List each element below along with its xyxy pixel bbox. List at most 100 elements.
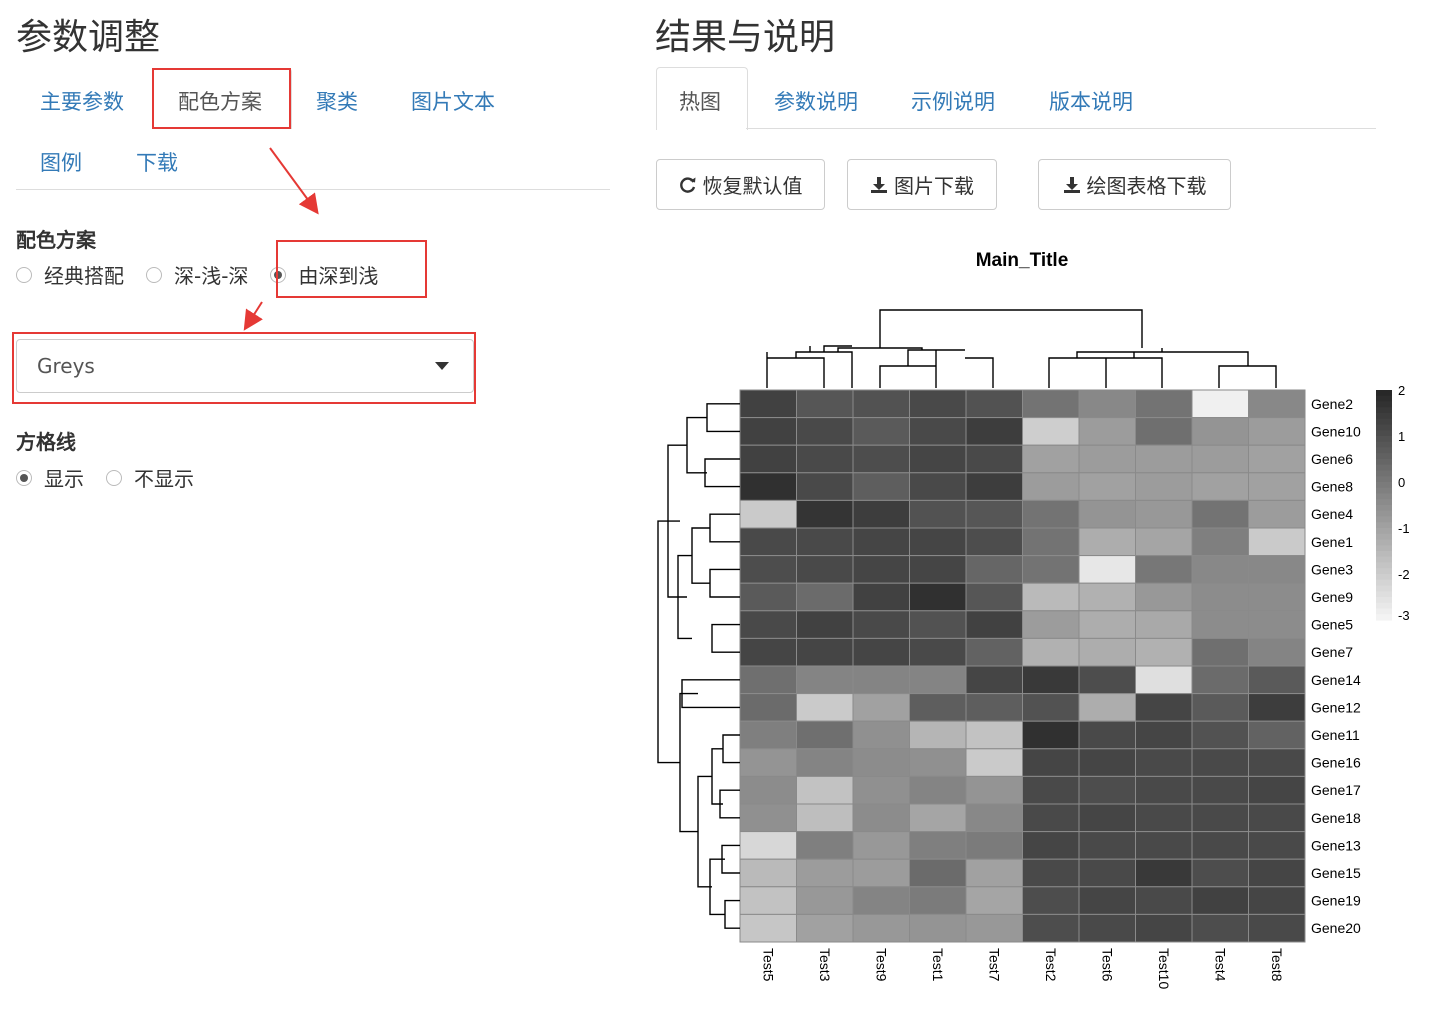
heatmap-cell <box>852 693 910 722</box>
heatmap-cell <box>852 913 910 943</box>
heatmap-cell <box>1135 665 1193 695</box>
heatmap-cell <box>852 748 910 777</box>
row-dendrogram-branch <box>686 416 707 474</box>
radio-hide-grid[interactable]: 不显示 <box>106 463 194 492</box>
column-label: Test2 <box>1043 948 1059 982</box>
heatmap-cell <box>1191 555 1249 584</box>
heatmap-cell <box>909 389 967 419</box>
heatmap-cell <box>739 527 797 557</box>
legend-gradient-step <box>1376 436 1392 443</box>
legend-gradient-step <box>1376 459 1392 466</box>
radio-show-grid-label: 显示 <box>44 467 84 491</box>
heatmap-cell <box>1248 472 1306 501</box>
heatmap-cell <box>739 886 797 915</box>
heatmap-cell <box>1248 831 1306 860</box>
heatmap-cell <box>1191 886 1249 915</box>
heatmap-cell <box>1135 582 1193 612</box>
row-label: Gene8 <box>1311 479 1353 495</box>
heatmap-cell <box>852 720 910 750</box>
legend-gradient-step <box>1376 424 1392 431</box>
heatmap-cell <box>796 775 854 805</box>
heatmap-cell <box>1135 775 1193 805</box>
heatmap-cell <box>1191 499 1249 529</box>
heatmap-cell <box>965 555 1023 584</box>
heatmap-cell <box>739 693 797 722</box>
heatmap-cell <box>909 417 967 446</box>
heatmap-cell <box>1135 472 1193 501</box>
row-dendrogram-branch <box>709 858 725 916</box>
row-dendrogram-branch <box>709 513 740 543</box>
heatmap-cell <box>852 775 910 805</box>
heatmap-cell <box>1022 444 1080 474</box>
heatmap-cell <box>1078 858 1136 888</box>
heatmap-cell <box>852 389 910 419</box>
heatmap-cell <box>1135 720 1193 750</box>
heatmap-cell <box>1135 527 1193 557</box>
heatmap-cell <box>1191 610 1249 639</box>
heatmap-cell <box>909 693 967 722</box>
heatmap-cell <box>1135 748 1193 777</box>
legend-gradient-step <box>1376 568 1392 575</box>
heatmap-cell <box>1135 693 1193 722</box>
legend-gradient-step <box>1376 551 1392 558</box>
red-arrow-annotation <box>243 147 319 331</box>
heatmap-cell <box>965 775 1023 805</box>
heatmap-cell <box>1022 858 1080 888</box>
heatmap-cell <box>1078 886 1136 915</box>
heatmap-cell <box>796 693 854 722</box>
heatmap-cell <box>1078 389 1136 419</box>
tab-version-desc[interactable]: 版本说明 <box>1049 86 1133 116</box>
heatmap-cell <box>852 831 910 860</box>
heatmap-cell <box>965 720 1023 750</box>
legend-tick-label: 0 <box>1398 475 1405 490</box>
tab-example-desc[interactable]: 示例说明 <box>911 86 995 116</box>
heatmap-cell <box>739 389 797 419</box>
right-panel-title: 结果与说明 <box>655 17 836 58</box>
column-label: Test3 <box>817 948 833 982</box>
heatmap-cell <box>1078 665 1136 695</box>
heatmap-cell <box>1078 775 1136 805</box>
heatmap-cell <box>965 582 1023 612</box>
row-dendrogram-branch <box>711 748 723 805</box>
heatmap-cell <box>739 748 797 777</box>
legend-gradient-step <box>1376 499 1392 506</box>
heatmap-cell <box>1248 720 1306 750</box>
heatmap-cell <box>1191 748 1249 777</box>
heatmap-cell <box>796 803 854 833</box>
radio-hide-grid-circle[interactable] <box>106 469 122 486</box>
legend-gradient-step <box>1376 505 1392 512</box>
heatmap-cell <box>1248 803 1306 833</box>
heatmap-cell <box>1078 527 1136 557</box>
heatmap-cell <box>1078 417 1136 446</box>
heatmap-cell <box>1135 499 1193 529</box>
grid-radio-group: 显示 不显示 <box>16 463 216 492</box>
heatmap-cell <box>796 831 854 860</box>
reset-button[interactable]: 恢复默认值 <box>656 159 825 210</box>
heatmap-cell <box>965 858 1023 888</box>
row-dendrogram-branch <box>691 527 710 584</box>
heatmap-cell <box>796 610 854 639</box>
heatmap-cell <box>852 527 910 557</box>
heatmap-cell <box>965 472 1023 501</box>
heatmap-cell <box>796 472 854 501</box>
legend-gradient-step <box>1376 395 1392 403</box>
heatmap-cell <box>1078 803 1136 833</box>
heatmap-cell <box>1248 748 1306 777</box>
heatmap-cell <box>1248 775 1306 805</box>
download-table-button[interactable]: 绘图表格下载 <box>1038 159 1231 210</box>
legend-gradient-step <box>1376 482 1392 489</box>
heatmap-cell <box>909 610 967 639</box>
heatmap-cell <box>1078 582 1136 612</box>
heatmap-cell <box>909 803 967 833</box>
download-image-button-label: 图片下载 <box>894 174 974 198</box>
heatmap-chart: Main_Title Gene2Gene10Gene6Gene8Gene4Gen… <box>657 250 1410 989</box>
heatmap-cell <box>1135 858 1193 888</box>
legend-gradient-step <box>1376 447 1392 454</box>
tab-heatmap[interactable]: 热图 <box>679 86 721 116</box>
radio-show-grid[interactable]: 显示 <box>16 463 84 492</box>
legend-tick-label: 2 <box>1398 383 1405 398</box>
download-image-button[interactable]: 图片下载 <box>847 159 997 210</box>
heatmap-cell <box>1248 886 1306 915</box>
radio-show-grid-circle[interactable] <box>16 469 32 486</box>
tab-param-desc[interactable]: 参数说明 <box>774 86 858 116</box>
